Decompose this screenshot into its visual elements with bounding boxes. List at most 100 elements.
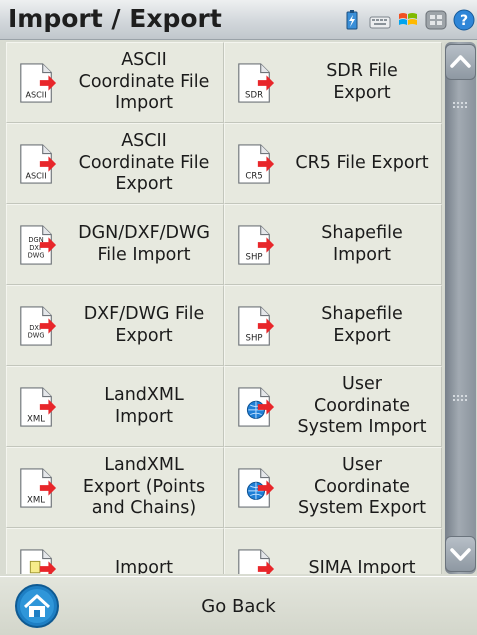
tile-label-line: Export [333, 82, 391, 103]
tile-label-line: LandXML [104, 455, 184, 476]
svg-text:SHP: SHP [246, 252, 263, 262]
svg-text:?: ? [460, 13, 468, 29]
ascii-file-icon: ASCII [17, 142, 57, 186]
go-back-button[interactable]: Go Back [0, 596, 477, 617]
import-export-grid: ASCII ASCII Coordinate File Import SDR SDR Fi… [6, 42, 442, 574]
tile-label-line: User [342, 455, 382, 476]
chevron-down-icon [450, 548, 471, 561]
tile-landxml-export-points-and-chains[interactable]: XML LandXML Export (Points and Chains) [6, 447, 224, 528]
globe-file-icon [235, 385, 275, 429]
tile-label-line: System Import [297, 417, 427, 438]
tile-label-line: Shapefile [321, 304, 403, 325]
svg-text:SDR: SDR [245, 90, 263, 100]
tile-dxf-dwg-file-export[interactable]: DXF DWG DXF/DWG File Export [6, 285, 224, 366]
keyboard-icon[interactable] [369, 9, 391, 31]
svg-text:SHP: SHP [246, 333, 263, 343]
tile-label: ASCII Coordinate File Import [65, 43, 223, 122]
tile-label-line: and Chains) [91, 498, 197, 519]
tile-label-line: Import [332, 244, 392, 265]
tile-label-line: Export [115, 174, 173, 195]
tile-label-line: ASCII [121, 131, 167, 152]
tile-label: User Coordinate System Export [283, 448, 441, 527]
xml-file-icon: XML [17, 385, 57, 429]
tile-label: DXF/DWG File Export [65, 286, 223, 365]
window-switch-icon[interactable] [425, 9, 447, 31]
tile-label-line: Coordinate File [78, 152, 210, 173]
footer-bar: Go Back [0, 576, 477, 635]
tile-label-line: Import [114, 93, 174, 114]
title-bar: Import / Export ? [0, 0, 477, 40]
tile-label-line: Import [114, 557, 174, 574]
svg-text:DWG: DWG [28, 331, 45, 339]
tile-label: Import [65, 529, 223, 574]
tile-ascii-coordinate-file-import[interactable]: ASCII ASCII Coordinate File Import [6, 42, 224, 123]
tile-sdr-file-export[interactable]: SDR SDR File Export [224, 42, 442, 123]
tile-label-line: System Export [297, 498, 427, 519]
tile-label: CR5 File Export [283, 124, 441, 203]
tile-user-coordinate-system-export[interactable]: User Coordinate System Export [224, 447, 442, 528]
ascii-file-icon: ASCII [17, 61, 57, 105]
windows-start-icon[interactable] [397, 9, 419, 31]
import-file-icon [17, 547, 57, 574]
tile-label: Shapefile Import [283, 205, 441, 284]
cad-file-icon: DXF DWG [17, 304, 57, 348]
scrollbar-grip-top [453, 94, 467, 108]
tile-label-line: File Import [97, 244, 191, 265]
page-title: Import / Export [8, 4, 222, 33]
tile-ascii-coordinate-file-export[interactable]: ASCII ASCII Coordinate File Export [6, 123, 224, 204]
tile-label: Shapefile Export [283, 286, 441, 365]
tile-label-line: Export [333, 325, 391, 346]
vertical-scrollbar[interactable] [444, 42, 477, 574]
tile-label: LandXML Import [65, 367, 223, 446]
scrollbar-thumb[interactable] [445, 42, 476, 574]
tile-label-line: ASCII [121, 50, 167, 71]
tile-label-line: DXF/DWG File [83, 304, 205, 325]
tile-sima-import[interactable]: SIMA Import [224, 528, 442, 574]
svg-text:ASCII: ASCII [26, 89, 47, 99]
tile-import[interactable]: Import [6, 528, 224, 574]
tile-label-line: Export (Points [82, 476, 206, 497]
tile-label-line: DGN/DXF/DWG [78, 223, 210, 244]
shp-file-icon: SHP [235, 304, 275, 348]
tile-label-line: User [342, 374, 382, 395]
chevron-up-icon [450, 55, 471, 68]
scrollbar-grip-bottom [453, 387, 467, 401]
xml-file-icon: XML [17, 466, 57, 510]
svg-text:CR5: CR5 [245, 171, 262, 181]
tile-label: SDR File Export [283, 43, 441, 122]
svg-text:DWG: DWG [28, 251, 45, 259]
tile-label-line: SDR File [326, 61, 398, 82]
svg-text:XML: XML [27, 414, 45, 424]
tile-shapefile-export[interactable]: SHP Shapefile Export [224, 285, 442, 366]
shp-file-icon: SHP [235, 223, 275, 267]
tile-label-line: Coordinate File [78, 71, 210, 92]
globe-file-icon [235, 466, 275, 510]
tile-label-line: LandXML [104, 385, 184, 406]
tile-landxml-import[interactable]: XML LandXML Import [6, 366, 224, 447]
tile-dgn-dxf-dwg-file-import[interactable]: DGN DXF DWG DGN/DXF/DWG File Import [6, 204, 224, 285]
tile-label-line: Import [114, 406, 174, 427]
sima-file-icon [235, 547, 275, 574]
battery-icon[interactable] [341, 9, 363, 31]
tile-label: LandXML Export (Points and Chains) [65, 448, 223, 527]
tile-label-line: Coordinate [314, 476, 410, 497]
help-icon[interactable]: ? [453, 9, 475, 31]
tile-label-line: SIMA Import [308, 557, 416, 574]
cad-file-icon: DGN DXF DWG [17, 223, 57, 267]
cr5-file-icon: CR5 [235, 142, 275, 186]
system-tray: ? [341, 8, 475, 32]
tile-cr5-file-export[interactable]: CR5 CR5 File Export [224, 123, 442, 204]
tile-label-line: Coordinate [314, 395, 410, 416]
tile-label: ASCII Coordinate File Export [65, 124, 223, 203]
scroll-up-button[interactable] [445, 44, 476, 80]
tile-label-line: Export [115, 325, 173, 346]
tile-shapefile-import[interactable]: SHP Shapefile Import [224, 204, 442, 285]
scroll-down-button[interactable] [445, 536, 476, 572]
sdr-file-icon: SDR [235, 61, 275, 105]
tile-label: DGN/DXF/DWG File Import [65, 205, 223, 284]
tile-user-coordinate-system-import[interactable]: User Coordinate System Import [224, 366, 442, 447]
tile-label: User Coordinate System Import [283, 367, 441, 446]
tile-label-line: CR5 File Export [295, 152, 429, 173]
svg-text:ASCII: ASCII [26, 170, 47, 180]
tile-label-line: Shapefile [321, 223, 403, 244]
